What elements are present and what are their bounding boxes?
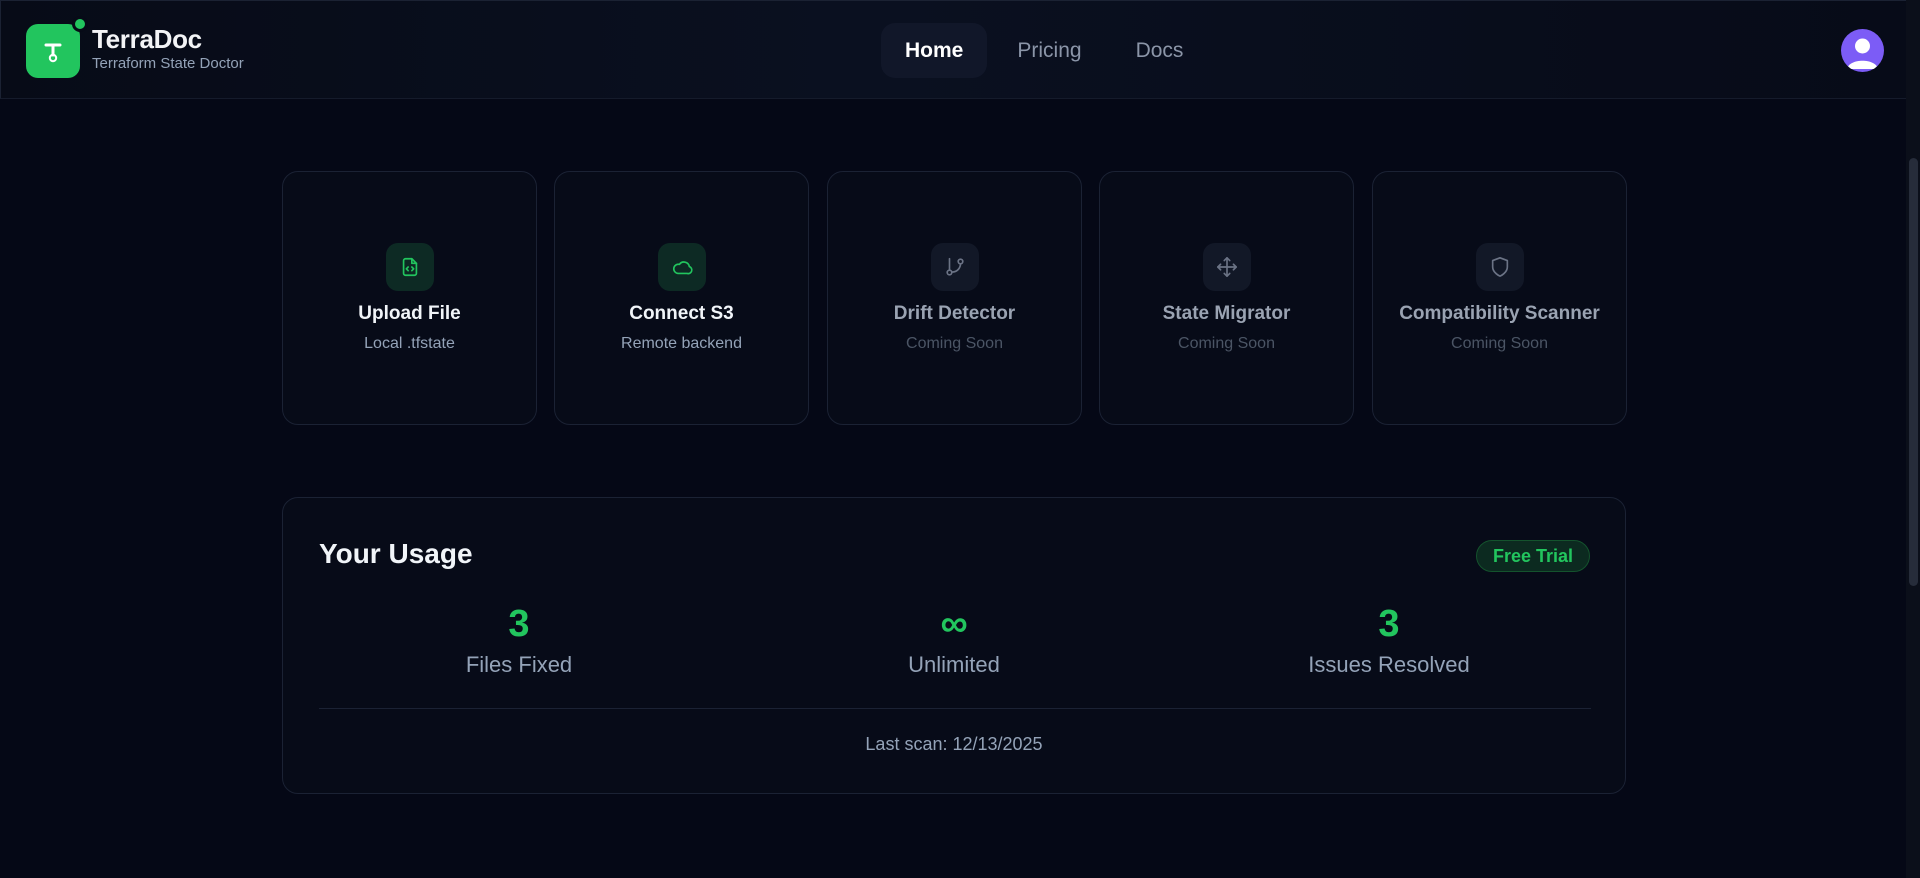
usage-title: Your Usage (319, 538, 473, 569)
card-drift-detector: Drift Detector Coming Soon (827, 171, 1082, 425)
logo-status-dot (72, 16, 88, 32)
usage-divider (319, 708, 1591, 709)
nav-home[interactable]: Home (881, 23, 988, 78)
file-code-icon (402, 257, 418, 277)
stat-files-fixed: 3 Files Fixed (369, 602, 669, 678)
move-icon (1217, 257, 1237, 277)
card-icon-tile (386, 243, 434, 291)
card-upload-file[interactable]: Upload File Local .tfstate (282, 171, 537, 425)
main-nav: Home Pricing Docs (881, 23, 1213, 78)
card-compatibility-scanner: Compatibility Scanner Coming Soon (1372, 171, 1627, 425)
card-subtitle: Local .tfstate (364, 335, 455, 352)
nav-docs[interactable]: Docs (1112, 23, 1208, 78)
stat-value: ∞ (940, 603, 968, 645)
terraform-t-icon (44, 43, 62, 63)
card-icon-tile (658, 243, 706, 291)
stat-label: Files Fixed (465, 652, 573, 677)
card-title: Compatibility Scanner (1399, 303, 1600, 324)
card-title: Connect S3 (629, 303, 734, 324)
usage-panel: Your Usage Free Trial 3 Files Fixed ∞ Un… (282, 497, 1626, 794)
scrollbar-thumb[interactable] (1909, 158, 1918, 586)
user-avatar[interactable] (1841, 29, 1884, 72)
card-subtitle: Coming Soon (1178, 335, 1275, 352)
nav-pricing[interactable]: Pricing (993, 23, 1105, 78)
card-connect-s3[interactable]: Connect S3 Remote backend (554, 171, 809, 425)
card-subtitle: Coming Soon (906, 335, 1003, 352)
brand-logo[interactable] (26, 24, 80, 78)
last-scan-text: Last scan: 12/13/2025 (865, 734, 1043, 754)
brand-subtitle: Terraform State Doctor (92, 55, 244, 72)
stat-value: 3 (1378, 603, 1400, 645)
card-title: State Migrator (1162, 303, 1291, 324)
card-icon-tile (1203, 243, 1251, 291)
shield-icon (1491, 257, 1509, 277)
user-avatar-icon (1847, 38, 1878, 69)
card-state-migrator: State Migrator Coming Soon (1099, 171, 1354, 425)
app-root: TerraDoc Terraform State Doctor Home Pri… (0, 0, 1920, 878)
git-branch-icon (946, 257, 964, 276)
card-title: Upload File (358, 303, 461, 324)
cloud-icon (672, 261, 693, 275)
card-subtitle: Coming Soon (1451, 335, 1548, 352)
card-icon-tile (931, 243, 979, 291)
stat-label: Unlimited (908, 652, 1000, 677)
plan-badge: Free Trial (1476, 540, 1591, 572)
top-header: TerraDoc Terraform State Doctor Home Pri… (0, 0, 1906, 99)
card-subtitle: Remote backend (621, 335, 742, 352)
stat-label: Issues Resolved (1308, 652, 1470, 677)
brand-name: TerraDoc (92, 24, 202, 54)
card-title: Drift Detector (893, 303, 1016, 324)
stat-unlimited: ∞ Unlimited (804, 602, 1104, 678)
stat-issues-resolved: 3 Issues Resolved (1239, 602, 1539, 678)
stat-value: 3 (508, 603, 530, 645)
card-icon-tile (1476, 243, 1524, 291)
